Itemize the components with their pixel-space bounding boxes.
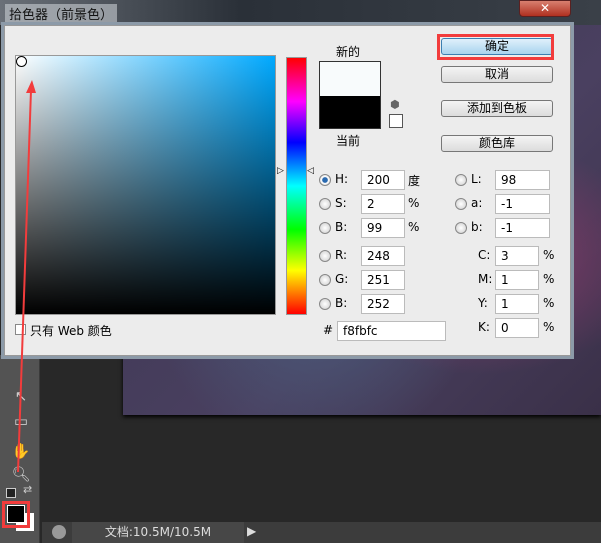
rgb-input[interactable]: 248 [361,246,405,266]
cmyk-unit: % [543,320,555,334]
zoom-tool-icon[interactable]: 🔍︎ [10,463,32,485]
swap-colors-icon[interactable]: ⇄ [23,483,32,496]
hsb-label: H: [335,172,349,186]
color-swatch-compare [319,61,381,129]
current-color-label: 当前 [336,134,361,148]
hsb-label: B: [335,220,348,234]
cmyk-input[interactable]: 3 [495,246,539,266]
hsb-radio[interactable] [319,222,331,234]
color-field[interactable] [15,55,276,315]
current-color-swatch[interactable] [320,96,380,128]
hsb-radio[interactable] [319,198,331,210]
cancel-button[interactable]: 取消 [441,66,553,83]
web-colors-checkbox[interactable] [15,324,26,335]
hsb-unit: % [408,196,420,210]
status-bar: 文档:10.5M/10.5M ▶ [42,522,601,543]
cmyk-input[interactable]: 1 [495,270,539,290]
rgb-radio[interactable] [319,274,331,286]
cmyk-input[interactable]: 0 [495,318,539,338]
rgb-label: B: [335,296,348,310]
rgb-radio[interactable] [319,250,331,262]
hue-slider-right-handle[interactable]: ◁ [307,166,314,176]
cmyk-label: K: [478,320,490,334]
hue-slider[interactable] [286,57,307,315]
rgb-input[interactable]: 252 [361,294,405,314]
hsb-input[interactable]: 99 [361,218,405,238]
gamut-warning-cube-icon[interactable]: ⬢ [390,98,400,111]
cmyk-unit: % [543,272,555,286]
new-color-label: 新的 [336,45,361,59]
cmyk-label: Y: [478,296,488,310]
status-icon[interactable] [52,525,66,539]
title-bar: 拾色器（前景色） ✕ [0,0,601,25]
hand-tool-icon[interactable]: ✋ [10,440,32,462]
lab-radio[interactable] [455,174,467,186]
hex-input[interactable]: f8fbfc [337,321,446,341]
rectangle-tool-icon[interactable]: ▭ [10,410,32,432]
tools-panel: ↖ ▭ ✋ 🔍︎ ⇄ [0,355,40,543]
hsb-unit: % [408,220,420,234]
lab-label: a: [471,196,483,210]
lab-input[interactable]: -1 [495,194,550,214]
ok-highlight-box [437,34,554,60]
doc-size: 文档:10.5M/10.5M [72,522,244,543]
new-color-swatch [320,62,380,96]
status-menu-arrow-icon[interactable]: ▶ [247,524,256,538]
hsb-radio[interactable] [319,174,331,186]
cmyk-unit: % [543,248,555,262]
rgb-label: R: [335,248,348,262]
default-colors-icon[interactable] [6,488,16,498]
path-select-tool-icon[interactable]: ↖ [10,385,32,407]
lab-label: L: [471,172,482,186]
hue-slider-left-handle[interactable]: ▷ [277,166,284,176]
dialog-title: 拾色器（前景色） [5,4,118,23]
hsb-unit: 度 [408,174,421,188]
rgb-label: G: [335,272,349,286]
add-to-swatches-button[interactable]: 添加到色板 [441,100,553,117]
hex-label: # [323,323,334,337]
foreground-highlight-box [2,501,30,528]
lab-label: b: [471,220,483,234]
rgb-radio[interactable] [319,298,331,310]
lab-input[interactable]: 98 [495,170,550,190]
cmyk-label: C: [478,248,491,262]
cmyk-input[interactable]: 1 [495,294,539,314]
color-libraries-button[interactable]: 颜色库 [441,135,553,152]
web-safe-swatch[interactable] [389,114,403,128]
lab-radio[interactable] [455,198,467,210]
web-colors-label: 只有 Web 颜色 [30,324,112,338]
color-field-marker[interactable] [16,56,27,67]
close-button[interactable]: ✕ [519,0,571,17]
lab-radio[interactable] [455,222,467,234]
hsb-input[interactable]: 2 [361,194,405,214]
lab-input[interactable]: -1 [495,218,550,238]
rgb-input[interactable]: 251 [361,270,405,290]
cmyk-label: M: [478,272,493,286]
cmyk-unit: % [543,296,555,310]
hsb-label: S: [335,196,347,210]
hsb-input[interactable]: 200 [361,170,405,190]
